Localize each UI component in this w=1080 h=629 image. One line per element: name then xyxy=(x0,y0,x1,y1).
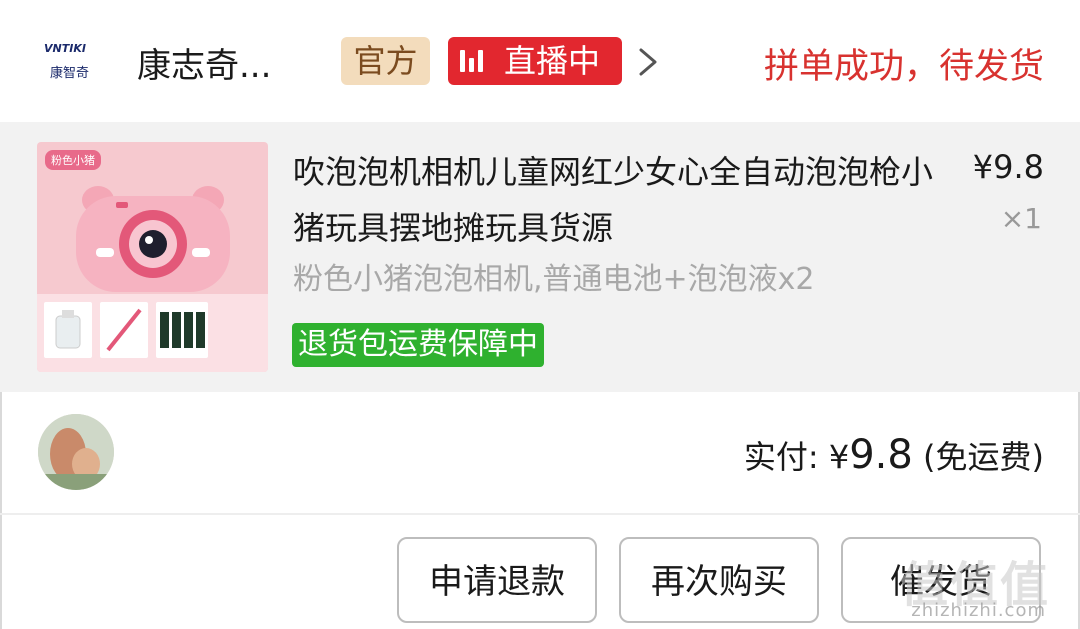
watermark-url: zhizhizhi.com xyxy=(911,600,1046,621)
paid-value: 9.8 xyxy=(849,432,913,478)
live-tag[interactable]: 直播中 xyxy=(448,37,622,85)
product-spec: 粉色小猪泡泡相机,普通电池+泡泡液x2 xyxy=(293,262,815,297)
order-status: 拼单成功，待发货 xyxy=(763,47,1044,87)
rebuy-button[interactable]: 再次购买 xyxy=(619,537,819,623)
accessory-bubble-liquid xyxy=(44,302,92,358)
thumbnail-badge: 粉色小猪 xyxy=(45,150,101,170)
avatar[interactable] xyxy=(38,414,114,490)
divider xyxy=(0,513,1080,515)
logo-cn-text: 康智奇 xyxy=(50,66,90,81)
shop-name[interactable]: 康志奇... xyxy=(137,38,271,87)
paid-label: 实付: ¥ xyxy=(743,438,850,476)
official-tag: 官方 xyxy=(341,37,430,85)
accessory-lanyard xyxy=(100,302,148,358)
pig-camera-image xyxy=(76,186,230,292)
order-header: VNTIKI 康智奇 康志奇... 官方 直播中 拼单成功，待发货 xyxy=(0,0,1080,122)
live-tag-label: 直播中 xyxy=(504,42,601,80)
shipping-note: (免运费) xyxy=(912,438,1044,476)
product-quantity: ×1 xyxy=(1000,202,1042,235)
accessory-batteries xyxy=(156,302,208,358)
return-shipping-guarantee-badge[interactable]: 退货包运费保障中 xyxy=(292,323,544,367)
product-title[interactable]: 吹泡泡机相机儿童网红少女心全自动泡泡枪小猪玩具摆地摊玩具货源 xyxy=(293,144,933,256)
shop-logo[interactable]: VNTIKI 康智奇 xyxy=(40,38,96,86)
refund-button[interactable]: 申请退款 xyxy=(397,537,597,623)
product-thumbnail[interactable]: 粉色小猪 xyxy=(37,142,268,372)
paid-amount: 实付: ¥9.8 (免运费) xyxy=(744,432,1044,478)
chevron-right-icon[interactable] xyxy=(636,47,660,77)
product-card[interactable]: 粉色小猪 吹泡泡机相机儿童网红少女心全自动泡泡枪小猪玩具摆地摊玩具货源 ¥9.8… xyxy=(0,122,1080,392)
product-price: ¥9.8 xyxy=(972,148,1044,186)
logo-brand-text: VNTIKI xyxy=(44,42,86,55)
live-bars-icon xyxy=(460,50,486,72)
